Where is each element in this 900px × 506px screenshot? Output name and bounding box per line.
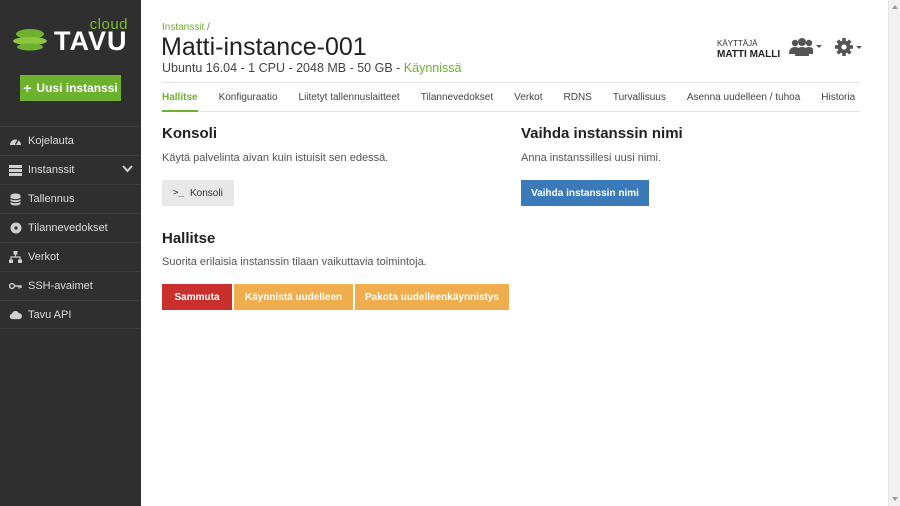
tab-security[interactable]: Turvallisuus: [613, 83, 666, 111]
page-title: Matti-instance-001: [161, 33, 367, 61]
sidebar-item-storage[interactable]: Tallennus: [0, 184, 141, 213]
tab-snapshots[interactable]: Tilannevedokset: [421, 83, 493, 111]
sidebar-item-label: Tallennus: [28, 193, 75, 205]
logo-brand-text: TAVU: [54, 26, 128, 56]
sidebar-item-label: Tavu API: [28, 308, 72, 321]
instance-specs-text: Ubuntu 16.04 - 1 CPU - 2048 MB - 50 GB -: [162, 61, 404, 75]
tab-configuration[interactable]: Konfiguraatio: [219, 83, 278, 111]
sidebar-item-ssh-keys[interactable]: SSH-avaimet: [0, 271, 141, 300]
key-icon: [9, 280, 22, 293]
instance-tabs: Hallitse Konfiguraatio Liitetyt tallennu…: [162, 82, 860, 112]
dashboard-icon: [9, 135, 22, 148]
console-button[interactable]: >_ Konsoli: [162, 180, 234, 206]
restart-button[interactable]: Käynnistä uudelleen: [234, 284, 353, 310]
page-scrollbar[interactable]: [888, 0, 900, 506]
scroll-down-icon[interactable]: [892, 497, 898, 501]
chevron-down-icon[interactable]: [122, 164, 133, 176]
status-badge: Käynnissä: [403, 61, 462, 75]
user-info: KÄYTTÄJÄ MATTI MALLI: [717, 38, 780, 60]
tab-history[interactable]: Historia: [821, 83, 855, 111]
rename-instance-button[interactable]: Vaihda instanssin nimi: [521, 180, 649, 206]
sidebar-item-label: SSH-avaimet: [28, 280, 93, 292]
gear-icon[interactable]: [835, 38, 863, 63]
database-icon: [9, 193, 22, 206]
disc-icon: [9, 222, 22, 235]
sidebar-item-snapshots[interactable]: Tilannevedokset: [0, 213, 141, 242]
tavu-cloud-logo[interactable]: cloud TAVU: [12, 16, 130, 56]
console-title: Konsoli: [162, 125, 217, 142]
breadcrumb: Instanssit /: [162, 22, 210, 33]
sidebar-item-networks[interactable]: Verkot: [0, 242, 141, 271]
user-label: KÄYTTÄJÄ: [717, 39, 758, 48]
manage-description: Suorita erilaisia instanssin tilaan vaik…: [162, 256, 427, 268]
breadcrumb-instances-link[interactable]: Instanssit: [162, 22, 204, 33]
network-icon: [9, 251, 22, 264]
main-content: Instanssit / Matti-instance-001 Ubuntu 1…: [141, 0, 888, 506]
user-name: MATTI MALLI: [717, 49, 781, 60]
rename-title: Vaihda instanssin nimi: [521, 125, 683, 142]
sidebar-item-label: Verkot: [28, 251, 60, 263]
manage-title: Hallitse: [162, 230, 216, 247]
sidebar: cloud TAVU + Uusi instanssi Kojelauta In…: [0, 0, 141, 506]
rename-description: Anna instanssillesi uusi nimi.: [521, 152, 662, 164]
sidebar-item-tavu-api[interactable]: Tavu API: [0, 300, 141, 329]
sidebar-item-label: Tilannevedokset: [28, 222, 108, 234]
users-menu-icon[interactable]: [789, 37, 823, 62]
tab-networks[interactable]: Verkot: [514, 83, 542, 111]
tab-rdns[interactable]: RDNS: [564, 83, 592, 111]
tavu-logo-icon: [13, 29, 47, 51]
breadcrumb-separator: /: [207, 22, 210, 33]
plus-icon: +: [23, 80, 32, 96]
sidebar-item-dashboard[interactable]: Kojelauta: [0, 126, 141, 155]
console-description: Käytä palvelinta aivan kuin istuisit sen…: [162, 152, 389, 164]
scroll-up-icon[interactable]: [892, 5, 898, 9]
tab-reinstall-destroy[interactable]: Asenna uudelleen / tuhoa: [687, 83, 800, 111]
sidebar-item-label: Instanssit: [28, 164, 75, 176]
new-instance-label: Uusi instanssi: [36, 81, 118, 95]
tab-manage[interactable]: Hallitse: [162, 83, 198, 112]
console-button-label: Konsoli: [190, 187, 223, 199]
sidebar-nav: Kojelauta Instanssit Tallennus Tilanneve…: [0, 126, 141, 329]
terminal-icon: >_: [173, 188, 185, 198]
tab-attached-storage[interactable]: Liitetyt tallennuslaitteet: [299, 83, 400, 111]
shutdown-button[interactable]: Sammuta: [162, 284, 232, 310]
server-icon: [9, 164, 22, 177]
cloud-icon: [9, 308, 22, 321]
sidebar-item-label: Kojelauta: [28, 135, 74, 147]
force-restart-button[interactable]: Pakota uudelleenkäynnistys: [355, 284, 509, 310]
new-instance-button[interactable]: + Uusi instanssi: [20, 75, 121, 101]
instance-specs: Ubuntu 16.04 - 1 CPU - 2048 MB - 50 GB -…: [162, 61, 461, 75]
sidebar-item-instances[interactable]: Instanssit: [0, 155, 141, 184]
